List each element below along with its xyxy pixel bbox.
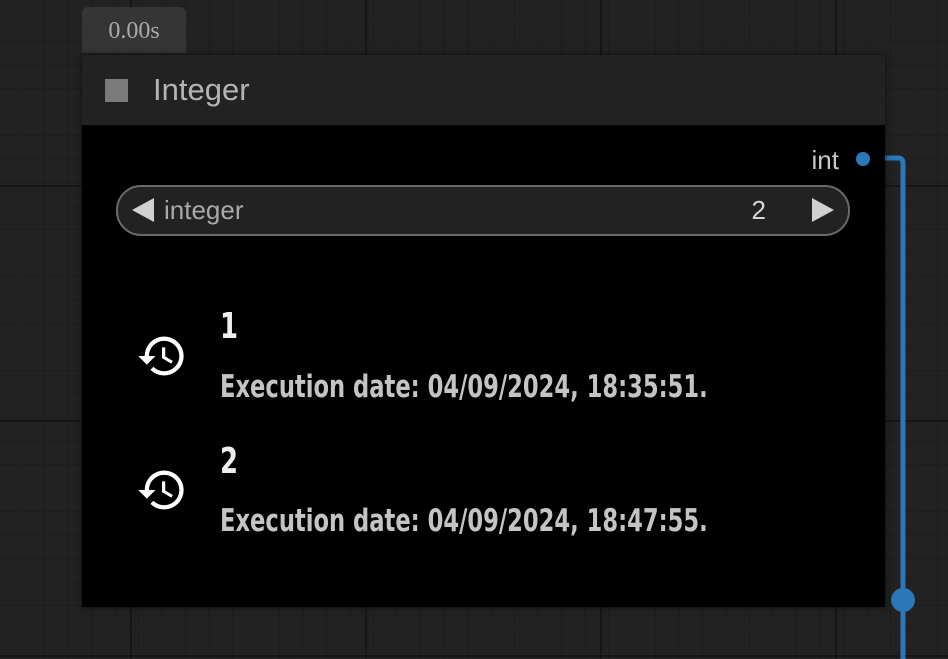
arrow-right-icon[interactable] [812, 198, 834, 222]
history-value: 1 [220, 306, 239, 347]
history-item[interactable]: 1 Execution date: 04/09/2024, 18:35:51. [82, 305, 885, 415]
history-icon[interactable] [136, 330, 188, 382]
node-title: Integer [153, 72, 250, 107]
output-label-int: int [811, 145, 839, 175]
reroute-point [891, 588, 915, 612]
history-date: Execution date: 04/09/2024, 18:47:55. [220, 503, 708, 539]
integer-widget[interactable]: integer 2 [116, 185, 850, 236]
node-header[interactable]: Integer [82, 55, 885, 125]
collapse-square-icon[interactable] [105, 79, 128, 102]
output-slot-int[interactable] [856, 152, 870, 166]
history-icon[interactable] [136, 464, 188, 516]
execution-time-badge: 0.00s [82, 7, 186, 53]
widget-label: integer [164, 195, 244, 225]
history-item[interactable]: 2 Execution date: 04/09/2024, 18:47:55. [82, 440, 885, 550]
widget-value[interactable]: 2 [752, 195, 766, 226]
history-value: 2 [220, 441, 239, 482]
integer-node[interactable]: Integer int integer 2 1 Execution date: … [82, 55, 885, 607]
arrow-left-icon[interactable] [132, 198, 154, 222]
history-date: Execution date: 04/09/2024, 18:35:51. [220, 369, 708, 405]
